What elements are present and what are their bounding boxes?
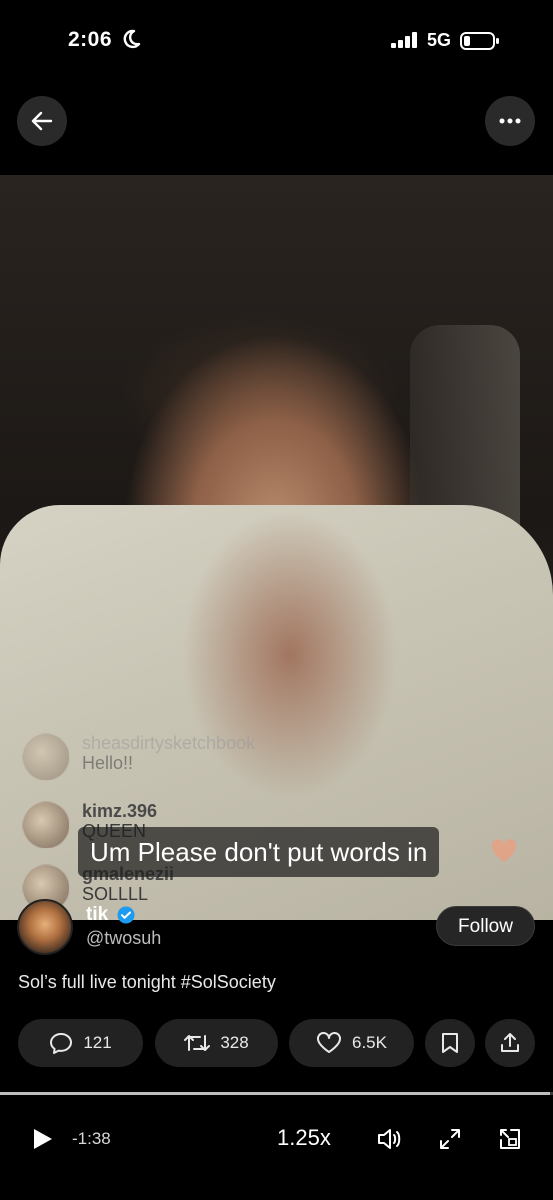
tweet-text: Sol’s full live tonight #SolSociety: [18, 972, 276, 993]
reply-count: 121: [83, 1033, 112, 1052]
time-remaining: -1:38: [72, 1129, 111, 1148]
pip-icon[interactable]: [497, 1126, 523, 1152]
heart-icon: [317, 1032, 341, 1053]
verified-badge-icon: [117, 906, 135, 924]
battery-icon: [460, 32, 499, 50]
reply-button[interactable]: 121: [18, 1019, 143, 1067]
comment-username: kimz.396: [82, 801, 158, 821]
author-avatar[interactable]: [17, 899, 73, 955]
comment-username: sheasdirtysketchbook: [82, 733, 256, 753]
signal-icon: [391, 32, 417, 48]
reply-icon: [50, 1033, 73, 1054]
live-comment: sheasdirtysketchbook Hello!!: [22, 733, 255, 781]
comment-message: Hello!!: [82, 753, 134, 773]
repost-button[interactable]: 328: [155, 1019, 278, 1067]
avatar: [22, 801, 70, 849]
share-button[interactable]: [485, 1019, 535, 1067]
like-button[interactable]: 6.5K: [289, 1019, 414, 1067]
repost-icon: [184, 1035, 211, 1051]
video-progress-bar[interactable]: [0, 1092, 553, 1095]
repost-count: 328: [220, 1033, 249, 1052]
heart-reaction-icon: [491, 839, 517, 862]
playback-speed-button[interactable]: 1.25x: [277, 1125, 331, 1151]
more-options-button[interactable]: [485, 96, 535, 146]
video-caption: Um Please don't put words in: [78, 827, 440, 877]
play-icon[interactable]: [32, 1127, 54, 1151]
avatar: [22, 733, 70, 781]
moon-icon: [123, 29, 141, 49]
volume-icon[interactable]: [376, 1126, 402, 1152]
status-bar: 2:06 5G: [0, 0, 553, 80]
fullscreen-icon[interactable]: [437, 1126, 463, 1152]
more-options-icon: [499, 118, 521, 124]
back-button[interactable]: [17, 96, 67, 146]
video-progress-fill: [0, 1092, 551, 1095]
author-name[interactable]: tik: [86, 904, 108, 926]
comment-message: SOLLLL: [82, 884, 149, 904]
status-time: 2:06: [68, 28, 113, 51]
network-label: 5G: [427, 30, 452, 50]
like-count: 6.5K: [352, 1033, 387, 1052]
bookmark-button[interactable]: [425, 1019, 475, 1067]
bookmark-icon: [442, 1033, 458, 1053]
back-arrow-icon: [31, 111, 53, 131]
follow-button[interactable]: Follow: [436, 906, 535, 946]
tweet-body: Sol’s full live tonight: [18, 972, 181, 992]
share-icon: [501, 1033, 519, 1052]
hashtag-link[interactable]: #SolSociety: [181, 972, 276, 992]
author-handle[interactable]: @twosuh: [86, 928, 161, 949]
